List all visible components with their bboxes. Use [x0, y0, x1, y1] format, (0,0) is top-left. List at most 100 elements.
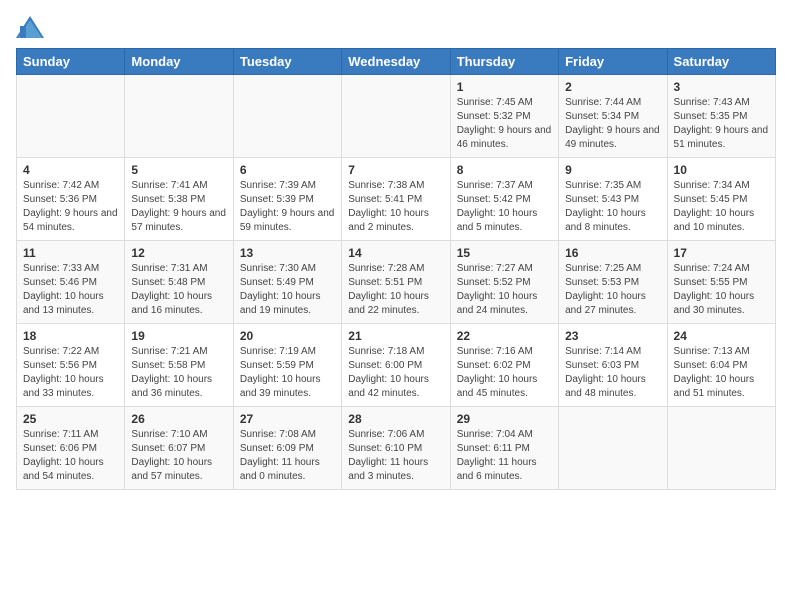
calendar-cell: 21 Sunrise: 7:18 AM Sunset: 6:00 PM Dayli…: [342, 324, 450, 407]
logo-icon: [16, 16, 44, 38]
calendar-cell: 17 Sunrise: 7:24 AM Sunset: 5:55 PM Dayli…: [667, 241, 775, 324]
calendar-cell: 13 Sunrise: 7:30 AM Sunset: 5:49 PM Dayli…: [233, 241, 341, 324]
day-detail: Sunrise: 7:04 AM Sunset: 6:11 PM Dayligh…: [457, 428, 552, 484]
calendar-cell: 16 Sunrise: 7:25 AM Sunset: 5:53 PM Dayli…: [559, 241, 667, 324]
day-number: 11: [23, 246, 118, 260]
header-cell-monday: Monday: [125, 49, 233, 75]
day-number: 14: [348, 246, 443, 260]
calendar-cell: 26 Sunrise: 7:10 AM Sunset: 6:07 PM Dayli…: [125, 407, 233, 490]
day-number: 18: [23, 329, 118, 343]
day-detail: Sunrise: 7:30 AM Sunset: 5:49 PM Dayligh…: [240, 262, 335, 318]
header-cell-saturday: Saturday: [667, 49, 775, 75]
day-detail: Sunrise: 7:24 AM Sunset: 5:55 PM Dayligh…: [674, 262, 769, 318]
day-detail: Sunrise: 7:06 AM Sunset: 6:10 PM Dayligh…: [348, 428, 443, 484]
day-detail: Sunrise: 7:11 AM Sunset: 6:06 PM Dayligh…: [23, 428, 118, 484]
day-number: 3: [674, 80, 769, 94]
calendar-cell: [342, 75, 450, 158]
day-detail: Sunrise: 7:10 AM Sunset: 6:07 PM Dayligh…: [131, 428, 226, 484]
day-number: 23: [565, 329, 660, 343]
calendar-cell: 11 Sunrise: 7:33 AM Sunset: 5:46 PM Dayli…: [17, 241, 125, 324]
calendar-cell: 24 Sunrise: 7:13 AM Sunset: 6:04 PM Dayli…: [667, 324, 775, 407]
header-cell-tuesday: Tuesday: [233, 49, 341, 75]
calendar-cell: [17, 75, 125, 158]
day-number: 16: [565, 246, 660, 260]
calendar-cell: 22 Sunrise: 7:16 AM Sunset: 6:02 PM Dayli…: [450, 324, 558, 407]
day-number: 6: [240, 163, 335, 177]
day-detail: Sunrise: 7:41 AM Sunset: 5:38 PM Dayligh…: [131, 179, 226, 235]
day-detail: Sunrise: 7:21 AM Sunset: 5:58 PM Dayligh…: [131, 345, 226, 401]
day-number: 22: [457, 329, 552, 343]
day-number: 29: [457, 412, 552, 426]
day-detail: Sunrise: 7:44 AM Sunset: 5:34 PM Dayligh…: [565, 96, 660, 152]
day-number: 26: [131, 412, 226, 426]
calendar-cell: 9 Sunrise: 7:35 AM Sunset: 5:43 PM Daylig…: [559, 158, 667, 241]
day-detail: Sunrise: 7:33 AM Sunset: 5:46 PM Dayligh…: [23, 262, 118, 318]
day-detail: Sunrise: 7:43 AM Sunset: 5:35 PM Dayligh…: [674, 96, 769, 152]
day-detail: Sunrise: 7:38 AM Sunset: 5:41 PM Dayligh…: [348, 179, 443, 235]
day-number: 1: [457, 80, 552, 94]
calendar-cell: 14Sunrise: 7:28 AM Sunset: 5:51 PM Dayli…: [342, 241, 450, 324]
day-number: 20: [240, 329, 335, 343]
calendar-cell: 28 Sunrise: 7:06 AM Sunset: 6:10 PM Dayli…: [342, 407, 450, 490]
week-row-2: 11 Sunrise: 7:33 AM Sunset: 5:46 PM Dayli…: [17, 241, 776, 324]
header: [16, 16, 776, 38]
week-row-0: 1 Sunrise: 7:45 AM Sunset: 5:32 PM Daylig…: [17, 75, 776, 158]
day-detail: Sunrise: 7:14 AM Sunset: 6:03 PM Dayligh…: [565, 345, 660, 401]
day-detail: Sunrise: 7:13 AM Sunset: 6:04 PM Dayligh…: [674, 345, 769, 401]
day-detail: Sunrise: 7:22 AM Sunset: 5:56 PM Dayligh…: [23, 345, 118, 401]
day-number: 27: [240, 412, 335, 426]
day-detail: Sunrise: 7:08 AM Sunset: 6:09 PM Dayligh…: [240, 428, 335, 484]
calendar-body: 1 Sunrise: 7:45 AM Sunset: 5:32 PM Daylig…: [17, 75, 776, 490]
day-detail: Sunrise: 7:45 AM Sunset: 5:32 PM Dayligh…: [457, 96, 552, 152]
calendar-cell: 6 Sunrise: 7:39 AM Sunset: 5:39 PM Daylig…: [233, 158, 341, 241]
day-number: 9: [565, 163, 660, 177]
day-number: 2: [565, 80, 660, 94]
calendar-cell: 4 Sunrise: 7:42 AM Sunset: 5:36 PM Daylig…: [17, 158, 125, 241]
header-cell-friday: Friday: [559, 49, 667, 75]
calendar-cell: 27 Sunrise: 7:08 AM Sunset: 6:09 PM Dayli…: [233, 407, 341, 490]
day-detail: Sunrise: 7:37 AM Sunset: 5:42 PM Dayligh…: [457, 179, 552, 235]
day-number: 8: [457, 163, 552, 177]
calendar-cell: [125, 75, 233, 158]
week-row-3: 18 Sunrise: 7:22 AM Sunset: 5:56 PM Dayli…: [17, 324, 776, 407]
calendar-cell: 2 Sunrise: 7:44 AM Sunset: 5:34 PM Daylig…: [559, 75, 667, 158]
calendar-cell: 15 Sunrise: 7:27 AM Sunset: 5:52 PM Dayli…: [450, 241, 558, 324]
calendar-cell: 25 Sunrise: 7:11 AM Sunset: 6:06 PM Dayli…: [17, 407, 125, 490]
day-number: 4: [23, 163, 118, 177]
day-detail: Sunrise: 7:34 AM Sunset: 5:45 PM Dayligh…: [674, 179, 769, 235]
day-detail: Sunrise: 7:25 AM Sunset: 5:53 PM Dayligh…: [565, 262, 660, 318]
day-number: 17: [674, 246, 769, 260]
day-number: 12: [131, 246, 226, 260]
day-detail: Sunrise: 7:27 AM Sunset: 5:52 PM Dayligh…: [457, 262, 552, 318]
logo: [16, 16, 48, 38]
week-row-1: 4 Sunrise: 7:42 AM Sunset: 5:36 PM Daylig…: [17, 158, 776, 241]
header-row: SundayMondayTuesdayWednesdayThursdayFrid…: [17, 49, 776, 75]
header-cell-thursday: Thursday: [450, 49, 558, 75]
day-detail: Sunrise: 7:35 AM Sunset: 5:43 PM Dayligh…: [565, 179, 660, 235]
calendar-cell: 12Sunrise: 7:31 AM Sunset: 5:48 PM Dayli…: [125, 241, 233, 324]
day-detail: Sunrise: 7:42 AM Sunset: 5:36 PM Dayligh…: [23, 179, 118, 235]
day-detail: Sunrise: 7:16 AM Sunset: 6:02 PM Dayligh…: [457, 345, 552, 401]
day-number: 25: [23, 412, 118, 426]
calendar-cell: 20Sunrise: 7:19 AM Sunset: 5:59 PM Dayli…: [233, 324, 341, 407]
header-cell-wednesday: Wednesday: [342, 49, 450, 75]
calendar-cell: 23 Sunrise: 7:14 AM Sunset: 6:03 PM Dayli…: [559, 324, 667, 407]
calendar-cell: 3 Sunrise: 7:43 AM Sunset: 5:35 PM Daylig…: [667, 75, 775, 158]
header-cell-sunday: Sunday: [17, 49, 125, 75]
day-number: 21: [348, 329, 443, 343]
day-number: 28: [348, 412, 443, 426]
day-number: 7: [348, 163, 443, 177]
day-number: 24: [674, 329, 769, 343]
day-number: 5: [131, 163, 226, 177]
calendar-cell: [559, 407, 667, 490]
calendar-cell: 19Sunrise: 7:21 AM Sunset: 5:58 PM Dayli…: [125, 324, 233, 407]
calendar-cell: 5 Sunrise: 7:41 AM Sunset: 5:38 PM Daylig…: [125, 158, 233, 241]
week-row-4: 25 Sunrise: 7:11 AM Sunset: 6:06 PM Dayli…: [17, 407, 776, 490]
calendar-cell: 29 Sunrise: 7:04 AM Sunset: 6:11 PM Dayli…: [450, 407, 558, 490]
day-detail: Sunrise: 7:18 AM Sunset: 6:00 PM Dayligh…: [348, 345, 443, 401]
day-detail: Sunrise: 7:39 AM Sunset: 5:39 PM Dayligh…: [240, 179, 335, 235]
day-number: 13: [240, 246, 335, 260]
day-number: 15: [457, 246, 552, 260]
calendar-cell: 7 Sunrise: 7:38 AM Sunset: 5:41 PM Daylig…: [342, 158, 450, 241]
calendar-cell: 10Sunrise: 7:34 AM Sunset: 5:45 PM Dayli…: [667, 158, 775, 241]
